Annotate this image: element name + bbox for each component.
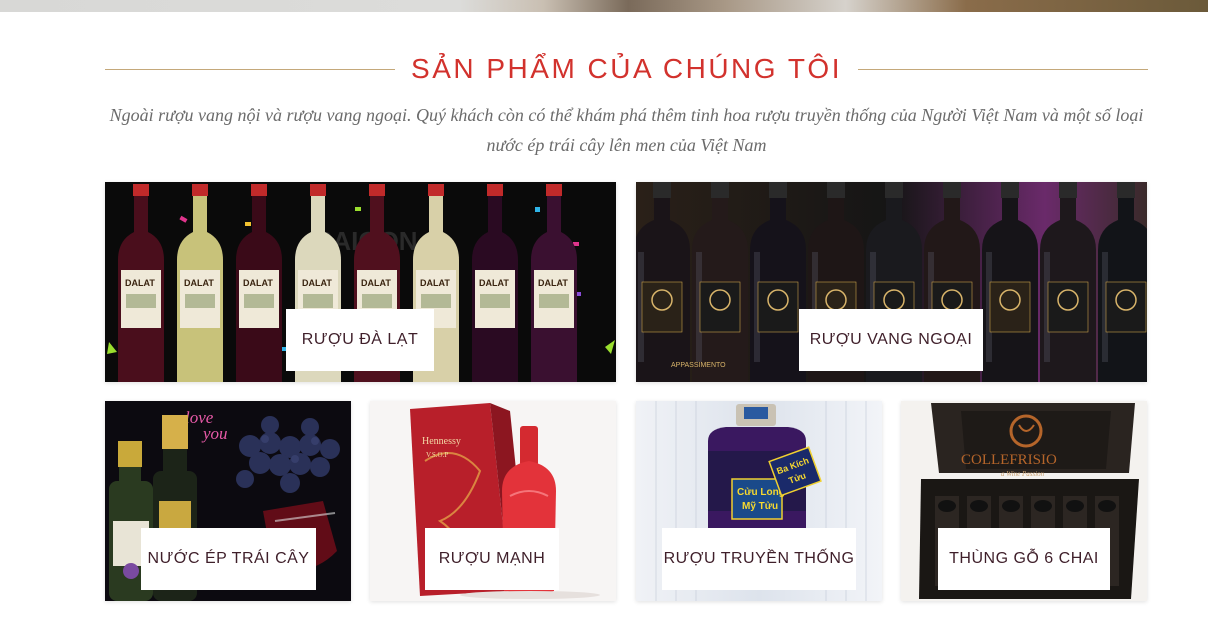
category-card-fruit-juice[interactable]: love you NƯỚC ÉP TRÁI CÂY [105, 401, 351, 601]
category-label[interactable]: RƯỢU VANG NGOẠI [799, 309, 983, 371]
category-card-traditional-liquor[interactable]: Cửu Long Mỹ Tửu Ba Kích Tửu RƯỢU TRUYỀN … [636, 401, 882, 601]
category-label[interactable]: RƯỢU ĐÀ LẠT [286, 309, 434, 371]
box-text-2: a Wine Passion [1001, 470, 1045, 478]
bottle-text-2: Mỹ Tửu [742, 501, 778, 512]
bottle-label-text: DALAT [125, 278, 155, 288]
bottle-label-text: DALAT [538, 278, 568, 288]
box-text-1: COLLEFRISIO [961, 452, 1057, 468]
category-card-spirits[interactable]: Hennessy V.S.O.P RƯỢU MẠNH [370, 401, 616, 601]
box-text-2: V.S.O.P [426, 451, 448, 459]
bottle-label-text: DALAT [184, 278, 214, 288]
box-text-1: Hennessy [422, 436, 461, 447]
category-card-wooden-case[interactable]: COLLEFRISIO a Wine Passion THÙNG GỖ 6 CH… [901, 401, 1147, 601]
bottle-label-text: DALAT [361, 278, 391, 288]
category-label[interactable]: THÙNG GỖ 6 CHAI [938, 528, 1110, 590]
bottle-label-text: DALAT [302, 278, 332, 288]
section-title: SẢN PHẨM CỦA CHÚNG TÔI [411, 53, 842, 84]
category-card-imported-wine[interactable]: APPASSIMENTO RƯỢU VANG NGOẠI [636, 182, 1147, 382]
hero-banner-strip [0, 0, 1208, 12]
bottle-label-text: DALAT [479, 278, 509, 288]
bottle-label-text: DALAT [243, 278, 273, 288]
section-subtitle: Ngoài rượu vang nội và rượu vang ngoại. … [109, 105, 1144, 155]
category-label[interactable]: RƯỢU TRUYỀN THỐNG [662, 528, 856, 590]
section-header: SẢN PHẨM CỦA CHÚNG TÔI [105, 48, 1149, 90]
bottle-text: APPASSIMENTO [671, 362, 726, 369]
category-label[interactable]: NƯỚC ÉP TRÁI CÂY [141, 528, 316, 590]
category-label[interactable]: RƯỢU MẠNH [425, 528, 559, 590]
bottle-text-1: Cửu Long [737, 487, 785, 498]
title-rule-right [858, 68, 1149, 70]
bottle-label-text: DALAT [420, 278, 450, 288]
category-card-dalat-wine[interactable]: SAIGON DALATDALATDALATDALATDALATDALATDAL… [105, 182, 616, 382]
neon-text-2: you [201, 424, 228, 443]
title-rule-left [105, 68, 396, 70]
